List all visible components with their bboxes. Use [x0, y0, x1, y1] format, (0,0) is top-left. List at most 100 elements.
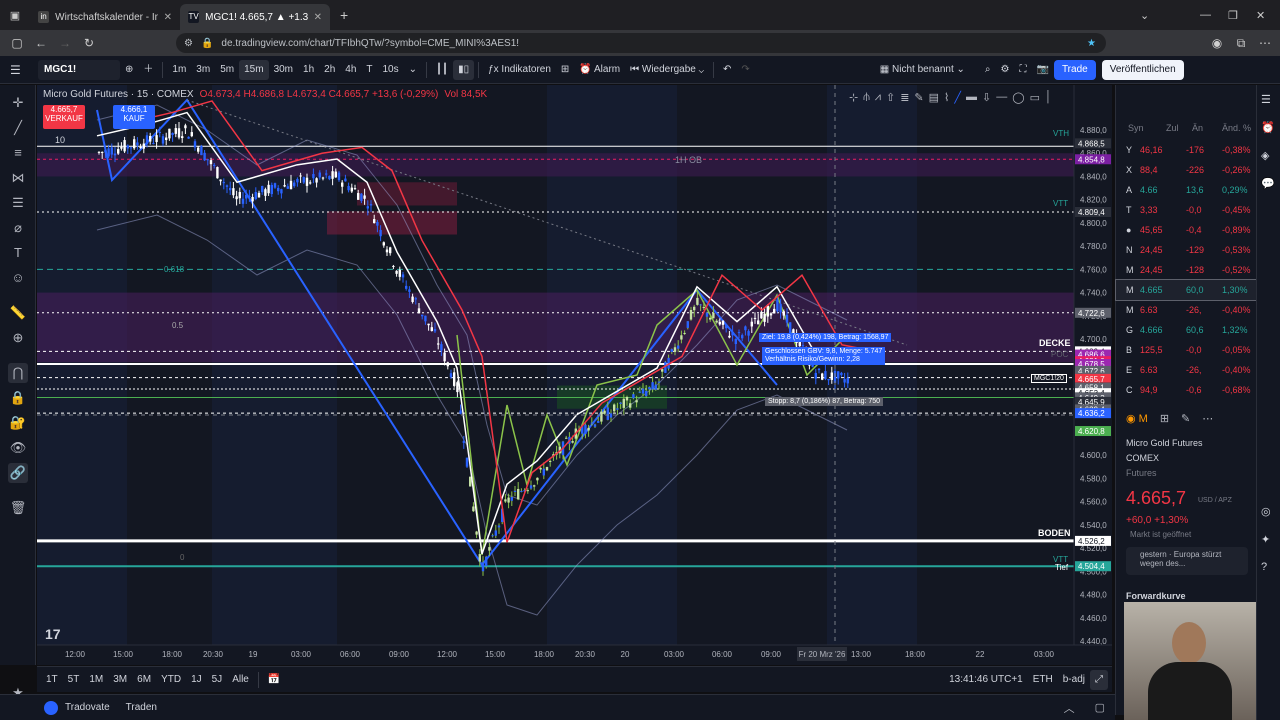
adjust-toggle[interactable]: b-adj: [1058, 670, 1090, 690]
cursor-tool-icon[interactable]: ⊹: [849, 91, 858, 111]
bulb-icon[interactable]: ✦: [1261, 533, 1270, 546]
fib-icon[interactable]: ☰: [8, 193, 28, 213]
trash-icon[interactable]: 🗑: [8, 498, 28, 518]
buy-button[interactable]: 4.666,1 KAUF: [113, 105, 155, 129]
range-6m[interactable]: 6M: [132, 670, 156, 690]
templates-icon[interactable]: ⊞: [556, 60, 574, 80]
interval-t[interactable]: T: [361, 60, 377, 80]
search-icon[interactable]: ⌕: [980, 60, 996, 80]
price-chart[interactable]: 4.880,0 4.860,0 4.840,0 4.820,0 4.800,0 4.780…: [37, 85, 1112, 665]
channel-icon[interactable]: ▤: [929, 91, 939, 111]
close-icon[interactable]: ✕: [314, 12, 322, 23]
watchlist-row[interactable]: T 3,33 -0,0 -0,45%: [1116, 200, 1257, 220]
pitchfork-icon[interactable]: ⫛: [863, 91, 870, 111]
vertical-line-icon[interactable]: │: [1045, 91, 1052, 111]
symbol-search-input[interactable]: MGC1!: [38, 59, 120, 80]
watchlist-row[interactable]: N 24,45 -129 -0,53%: [1116, 240, 1257, 260]
trendline-icon[interactable]: ╱: [8, 118, 28, 138]
bookmark-star-icon[interactable]: ★: [1087, 38, 1096, 49]
interval-1m[interactable]: 1m: [167, 60, 191, 80]
interval-15m[interactable]: 15m: [239, 59, 269, 80]
new-tab-icon[interactable]: +: [340, 7, 348, 23]
session-toggle[interactable]: ETH: [1028, 670, 1058, 690]
trend-tool-icon[interactable]: ╱: [954, 91, 961, 111]
link-icon[interactable]: 🔗: [8, 463, 28, 483]
quantity-input[interactable]: 10: [55, 135, 65, 145]
watchlist-row[interactable]: M 4.665 60,0 1,30%: [1115, 279, 1258, 301]
chart-canvas[interactable]: 4.880,04.860,04.840,04.820,04.800,04.780…: [37, 85, 1112, 665]
interval-30m[interactable]: 30m: [269, 60, 298, 80]
crosshair-icon[interactable]: ✛: [8, 93, 28, 113]
interval-1h[interactable]: 1h: [298, 60, 319, 80]
trade-tab[interactable]: Traden: [121, 698, 162, 718]
sell-button[interactable]: 4.665,7 VERKAUF: [43, 105, 85, 129]
range-1j[interactable]: 1J: [186, 670, 207, 690]
fullscreen-icon[interactable]: ⛶: [1014, 60, 1031, 80]
settings-icon[interactable]: ⚙: [996, 60, 1015, 80]
lock-all-icon[interactable]: 🔐: [8, 413, 28, 433]
workspace-icon[interactable]: ▢: [8, 34, 26, 52]
lines-icon[interactable]: ≣: [900, 91, 909, 111]
compare-icon[interactable]: ⊕: [120, 60, 138, 80]
minimize-icon[interactable]: —: [1200, 9, 1211, 21]
interval-10s[interactable]: 10s: [378, 60, 404, 80]
arrow-down-icon[interactable]: ⇩: [982, 91, 991, 111]
layers-icon[interactable]: ◈: [1261, 149, 1269, 162]
pattern-icon[interactable]: ⋈: [8, 168, 28, 188]
col-change-pct[interactable]: Änd. %: [1222, 123, 1251, 133]
undo-icon[interactable]: ↶: [718, 60, 736, 80]
arrow-up-icon[interactable]: ⇧: [886, 91, 895, 111]
browser-menu-dots-icon[interactable]: ⋯: [1256, 34, 1274, 52]
range-1t[interactable]: 1T: [41, 670, 63, 690]
horizontal-line-icon[interactable]: —: [996, 91, 1007, 111]
circle-icon[interactable]: ◯: [1012, 91, 1024, 111]
interval-2h[interactable]: 2h: [319, 60, 340, 80]
watchlist-row[interactable]: B 125,5 -0,0 -0,05%: [1116, 340, 1257, 360]
pen-icon[interactable]: ✎: [914, 91, 923, 111]
col-last[interactable]: Zul: [1166, 123, 1179, 133]
magnet-icon[interactable]: ⋂: [8, 363, 28, 383]
layout-button[interactable]: ▦ Nicht benannt ⌄: [875, 60, 970, 80]
watchlist-row[interactable]: X 88,4 -226 -0,26%: [1116, 160, 1257, 180]
publish-button[interactable]: Veröffentlichen: [1101, 59, 1184, 80]
horizontal-ray-icon[interactable]: ▬: [966, 91, 977, 111]
goto-date-icon[interactable]: 📅: [263, 670, 285, 690]
tab-search-icon[interactable]: ⌄: [1140, 9, 1149, 22]
interval-4h[interactable]: 4h: [340, 60, 361, 80]
ruler-icon[interactable]: 📏: [8, 303, 28, 323]
watchlist-row[interactable]: C 94,9 -0,6 -0,68%: [1116, 380, 1257, 400]
reload-icon[interactable]: ↻: [80, 34, 98, 52]
maximize-icon[interactable]: ❐: [1228, 9, 1238, 22]
auto-scale-icon[interactable]: ⤢: [1090, 669, 1108, 690]
url-field[interactable]: ⚙ 🔒 de.tradingview.com/chart/TFIbhQTw/?s…: [176, 33, 1106, 53]
profile-icon[interactable]: ◉: [1208, 34, 1226, 52]
zigzag-icon[interactable]: ⩘: [875, 91, 881, 111]
more-icon[interactable]: ⋯: [1202, 412, 1213, 425]
maximize-panel-icon[interactable]: ▢: [1095, 701, 1105, 714]
forward-icon[interactable]: →: [56, 34, 74, 52]
range-alle[interactable]: Alle: [227, 670, 254, 690]
edit-icon[interactable]: ✎: [1181, 412, 1190, 425]
lock-drawing-icon[interactable]: 🔒: [8, 388, 28, 408]
range-3m[interactable]: 3M: [108, 670, 132, 690]
watchlist-row[interactable]: Y 46,16 -176 -0,38%: [1116, 140, 1257, 160]
add-symbol-icon[interactable]: ＋: [138, 60, 158, 80]
site-info-icon[interactable]: ⚙: [184, 38, 193, 49]
browser-tab-tradingview[interactable]: TV MGC1! 4.665,7 ▲ +1.3% Nicht ✕: [180, 4, 330, 30]
col-change[interactable]: Än: [1192, 123, 1203, 133]
candle-style-icon[interactable]: ▮▯: [453, 59, 475, 80]
grid-icon[interactable]: ⊞: [1160, 412, 1169, 425]
text-icon[interactable]: T: [8, 243, 28, 263]
back-icon[interactable]: ←: [32, 34, 50, 52]
range-5j[interactable]: 5J: [207, 670, 228, 690]
range-ytd[interactable]: YTD: [156, 670, 186, 690]
trade-button[interactable]: Trade: [1053, 59, 1096, 80]
interval-5m[interactable]: 5m: [215, 60, 239, 80]
bar-style-icon[interactable]: ┃┃: [431, 60, 453, 80]
clock[interactable]: 13:41:46 UTC+1: [944, 670, 1028, 690]
symbol-title[interactable]: Micro Gold Futures · 15 · COMEX: [43, 89, 194, 100]
zoom-icon[interactable]: ⊕: [8, 328, 28, 348]
watchlist-row[interactable]: M 6.63 -26, -0,40%: [1116, 300, 1257, 320]
rectangle-icon[interactable]: ▭: [1030, 91, 1040, 111]
target-icon[interactable]: ◎: [1261, 505, 1271, 518]
